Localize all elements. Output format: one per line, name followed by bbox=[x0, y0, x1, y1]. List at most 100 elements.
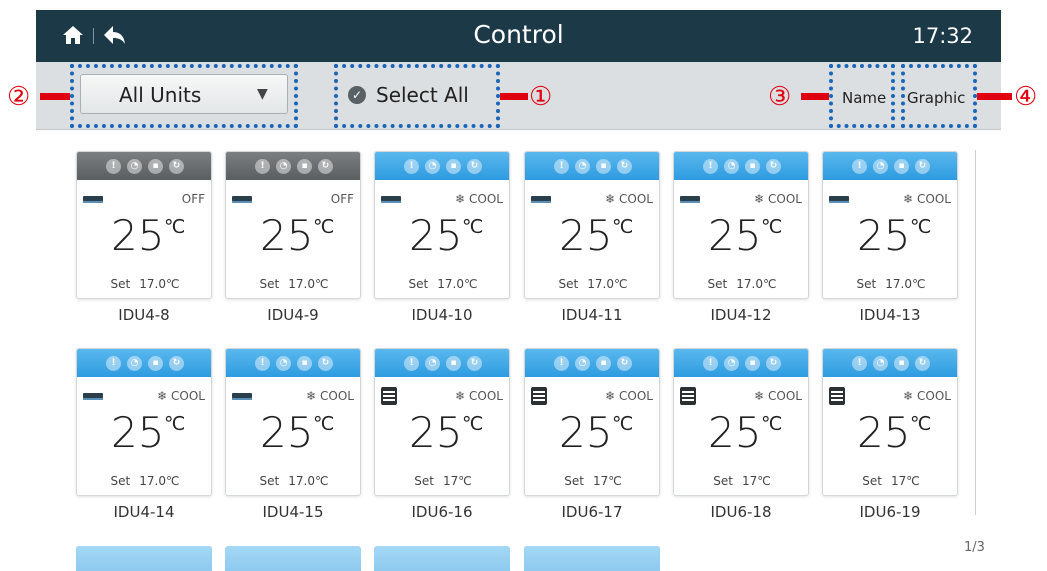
grille-unit-icon bbox=[531, 387, 547, 405]
unit-name: IDU4-14 bbox=[113, 503, 175, 521]
unit-status-bar: ! ◔ ▪ ↻ bbox=[375, 349, 509, 377]
graphic-view-button[interactable]: Graphic bbox=[907, 89, 965, 107]
clock-icon: ◔ bbox=[127, 158, 142, 174]
temperature-unit: ℃ bbox=[164, 413, 186, 435]
lock-icon: ▪ bbox=[894, 158, 909, 174]
unit-card[interactable]: ! ◔ ▪ ↻ ❄ COOL 25 ℃ Set 17℃ bbox=[673, 348, 809, 496]
unit-name: IDU4-12 bbox=[710, 306, 772, 324]
setpoint-row: Set 17.0℃ bbox=[226, 277, 360, 291]
unit-status-bar-partial bbox=[374, 546, 510, 571]
unit-card[interactable]: ! ◔ ▪ ↻ ❄ COOL 25 ℃ Set 17.0℃ bbox=[673, 151, 809, 299]
alarm-icon: ! bbox=[106, 355, 121, 371]
clock-icon: ◔ bbox=[425, 158, 440, 174]
callout-name-connector bbox=[801, 93, 829, 100]
unit-temperature: 25 bbox=[409, 408, 463, 457]
unit-status-bar: ! ◔ ▪ ↻ bbox=[823, 152, 957, 180]
callout-label-units: ② bbox=[7, 82, 31, 112]
unit-card[interactable]: ! ◔ ▪ ↻ ❄ COOL 25 ℃ Set 17℃ bbox=[524, 348, 660, 496]
callout-graphic-connector bbox=[977, 93, 1012, 100]
unit-card[interactable]: ! ◔ ▪ ↻ ❄ COOL 25 ℃ Set 17.0℃ bbox=[374, 151, 510, 299]
alarm-icon: ! bbox=[852, 355, 867, 371]
cycle-icon: ↻ bbox=[915, 158, 930, 174]
unit-status-bar-partial bbox=[76, 546, 212, 571]
temperature-unit: ℃ bbox=[313, 413, 335, 435]
unit-mode: OFF bbox=[181, 192, 205, 206]
setpoint-label: Set bbox=[558, 277, 579, 291]
cycle-icon: ↻ bbox=[766, 355, 781, 371]
unit-card[interactable]: ! ◔ ▪ ↻ ❄ COOL 25 ℃ Set 17.0℃ bbox=[822, 151, 958, 299]
temperature-unit: ℃ bbox=[761, 413, 783, 435]
cycle-icon: ↻ bbox=[766, 158, 781, 174]
callout-units-connector bbox=[40, 93, 70, 100]
clock-icon: ◔ bbox=[873, 355, 888, 371]
clock-icon: ◔ bbox=[575, 355, 590, 371]
cycle-icon: ↻ bbox=[915, 355, 930, 371]
unit-card[interactable]: ! ◔ ▪ ↻ OFF 25 ℃ Set 17.0℃ bbox=[225, 151, 361, 299]
setpoint-label: Set bbox=[707, 277, 728, 291]
unit-mode: ❄ COOL bbox=[455, 389, 503, 403]
lock-icon: ▪ bbox=[446, 158, 461, 174]
unit-temperature: 25 bbox=[708, 211, 762, 260]
clock-icon: ◔ bbox=[724, 158, 739, 174]
lock-icon: ▪ bbox=[745, 158, 760, 174]
setpoint-row: Set 17.0℃ bbox=[77, 277, 211, 291]
setpoint-value: 17.0℃ bbox=[885, 277, 926, 291]
units-dropdown[interactable]: All Units ▼ bbox=[80, 74, 288, 114]
setpoint-row: Set 17℃ bbox=[525, 474, 659, 488]
lock-icon: ▪ bbox=[446, 355, 461, 371]
unit-temperature: 25 bbox=[111, 211, 165, 260]
caret-down-icon: ▼ bbox=[257, 86, 268, 102]
scrollbar-track[interactable] bbox=[975, 150, 976, 515]
unit-mode: ❄ COOL bbox=[754, 192, 802, 206]
unit-card[interactable]: ! ◔ ▪ ↻ OFF 25 ℃ Set 17.0℃ bbox=[76, 151, 212, 299]
unit-name: IDU6-18 bbox=[710, 503, 772, 521]
cycle-icon: ↻ bbox=[169, 355, 184, 371]
alarm-icon: ! bbox=[404, 158, 419, 174]
unit-mode: ❄ COOL bbox=[754, 389, 802, 403]
wall-unit-icon bbox=[83, 196, 103, 203]
wall-unit-icon bbox=[232, 196, 252, 203]
unit-name: IDU6-19 bbox=[859, 503, 921, 521]
setpoint-row: Set 17.0℃ bbox=[77, 474, 211, 488]
unit-status-bar: ! ◔ ▪ ↻ bbox=[674, 152, 808, 180]
unit-status-bar: ! ◔ ▪ ↻ bbox=[674, 349, 808, 377]
callout-label-selectall: ① bbox=[529, 82, 553, 112]
unit-mode: OFF bbox=[330, 192, 354, 206]
unit-card[interactable]: ! ◔ ▪ ↻ ❄ COOL 25 ℃ Set 17.0℃ bbox=[225, 348, 361, 496]
unit-temperature: 25 bbox=[260, 408, 314, 457]
temperature-unit: ℃ bbox=[462, 413, 484, 435]
unit-card[interactable]: ! ◔ ▪ ↻ ❄ COOL 25 ℃ Set 17.0℃ bbox=[76, 348, 212, 496]
setpoint-row: Set 17.0℃ bbox=[375, 277, 509, 291]
grille-unit-icon bbox=[829, 387, 845, 405]
unit-temperature: 25 bbox=[111, 408, 165, 457]
wall-unit-icon bbox=[83, 393, 103, 400]
unit-card[interactable]: ! ◔ ▪ ↻ ❄ COOL 25 ℃ Set 17℃ bbox=[822, 348, 958, 496]
clock-icon: ◔ bbox=[127, 355, 142, 371]
temperature-unit: ℃ bbox=[761, 216, 783, 238]
unit-temperature: 25 bbox=[708, 408, 762, 457]
setpoint-value: 17℃ bbox=[592, 474, 622, 488]
setpoint-row: Set 17.0℃ bbox=[226, 474, 360, 488]
clock-icon: ◔ bbox=[425, 355, 440, 371]
cycle-icon: ↻ bbox=[617, 355, 632, 371]
unit-mode: ❄ COOL bbox=[903, 389, 951, 403]
unit-temperature: 25 bbox=[559, 211, 613, 260]
alarm-icon: ! bbox=[404, 355, 419, 371]
setpoint-value: 17.0℃ bbox=[288, 474, 329, 488]
name-view-button[interactable]: Name bbox=[842, 89, 886, 107]
unit-card[interactable]: ! ◔ ▪ ↻ ❄ COOL 25 ℃ Set 17.0℃ bbox=[524, 151, 660, 299]
page-title: Control bbox=[473, 20, 564, 49]
setpoint-label: Set bbox=[564, 474, 584, 488]
wall-unit-icon bbox=[232, 393, 252, 400]
unit-status-bar: ! ◔ ▪ ↻ bbox=[77, 152, 211, 180]
grille-unit-icon bbox=[680, 387, 696, 405]
check-circle-icon: ✓ bbox=[348, 86, 366, 104]
unit-mode: ❄ COOL bbox=[306, 389, 354, 403]
unit-card[interactable]: ! ◔ ▪ ↻ ❄ COOL 25 ℃ Set 17℃ bbox=[374, 348, 510, 496]
alarm-icon: ! bbox=[255, 158, 270, 174]
setpoint-value: 17.0℃ bbox=[736, 277, 777, 291]
setpoint-row: Set 17℃ bbox=[674, 474, 808, 488]
unit-mode: ❄ COOL bbox=[903, 192, 951, 206]
setpoint-value: 17.0℃ bbox=[288, 277, 329, 291]
clock-icon: ◔ bbox=[724, 355, 739, 371]
